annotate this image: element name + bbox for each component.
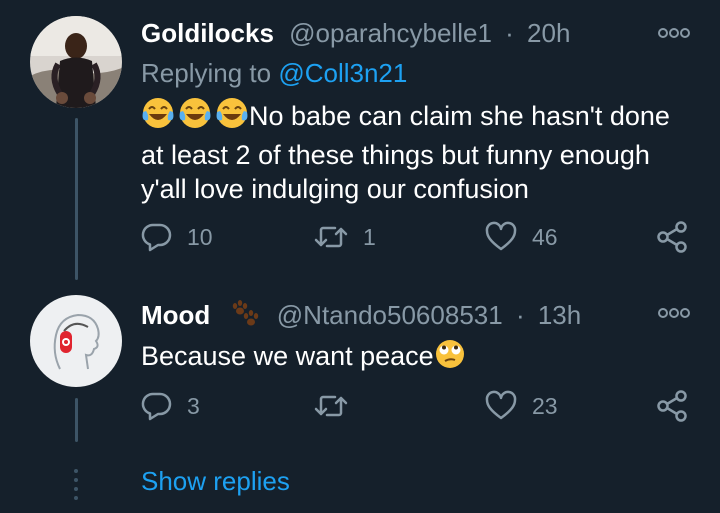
- timestamp[interactable]: 13h: [538, 300, 581, 330]
- tweet-header: Mood @Ntando50608531 · 13h: [141, 298, 581, 335]
- like-button[interactable]: 23: [484, 390, 558, 422]
- reply-button[interactable]: 3: [141, 390, 200, 422]
- tweet-mood[interactable]: Mood @Ntando50608531 · 13h Because we wa…: [0, 280, 720, 460]
- share-icon: [655, 221, 689, 253]
- tweet-text: No babe can claim she hasn't done at lea…: [141, 96, 701, 206]
- separator: ·: [515, 300, 525, 330]
- tweet-text-line-1: No babe can claim she hasn't done: [141, 96, 701, 138]
- thread-line: [75, 398, 78, 442]
- separator: ·: [505, 18, 514, 48]
- retweet-icon: [313, 221, 349, 253]
- like-button[interactable]: 46: [484, 221, 558, 253]
- heart-icon: [484, 390, 518, 422]
- reply-icon: [141, 390, 173, 422]
- paw-prints-emoji: [226, 298, 262, 335]
- retweet-button[interactable]: 1: [313, 221, 376, 253]
- tweet-text-line-2: at least 2 of these things but funny eno…: [141, 140, 650, 170]
- reply-button[interactable]: 10: [141, 221, 213, 253]
- tweet-goldilocks[interactable]: Goldilocks @oparahcybelle1 · 20h Replyin…: [0, 0, 720, 280]
- tweet-actions: 3 23: [141, 390, 701, 430]
- more-options-icon[interactable]: [658, 26, 690, 45]
- show-replies-link[interactable]: Show replies: [141, 466, 290, 497]
- user-handle[interactable]: @Ntando50608531: [277, 300, 503, 330]
- thread-ellipsis-icon: [73, 468, 79, 505]
- display-name[interactable]: Goldilocks: [141, 18, 274, 48]
- like-count: 23: [532, 392, 558, 419]
- heart-icon: [484, 221, 518, 253]
- avatar-mood[interactable]: [30, 295, 122, 387]
- reply-count: 10: [187, 223, 213, 250]
- reply-icon: [141, 221, 173, 253]
- reply-count: 3: [187, 392, 200, 419]
- user-handle[interactable]: @oparahcybelle1: [289, 18, 492, 48]
- tweet-actions: 10 1 46: [141, 221, 701, 261]
- retweet-count: 1: [363, 223, 376, 250]
- replying-to: Replying to @Coll3n21: [141, 58, 408, 88]
- more-options-icon[interactable]: [658, 306, 690, 325]
- mention-link[interactable]: @Coll3n21: [278, 58, 407, 88]
- share-button[interactable]: [655, 390, 689, 422]
- avatar-goldilocks[interactable]: [30, 16, 122, 108]
- thread-line: [75, 118, 78, 280]
- tweet-header: Goldilocks @oparahcybelle1 · 20h: [141, 18, 570, 49]
- tears-of-joy-emoji: [141, 96, 249, 138]
- share-icon: [655, 390, 689, 422]
- share-button[interactable]: [655, 221, 689, 253]
- tweet-text-line-3: y'all love indulging our confusion: [141, 174, 529, 204]
- display-name[interactable]: Mood: [141, 300, 210, 330]
- tweet-text: Because we want peace: [141, 338, 701, 378]
- retweet-icon: [313, 390, 349, 422]
- like-count: 46: [532, 223, 558, 250]
- retweet-button[interactable]: [313, 390, 363, 422]
- rolling-eyes-emoji: [434, 338, 466, 378]
- timestamp[interactable]: 20h: [527, 18, 570, 48]
